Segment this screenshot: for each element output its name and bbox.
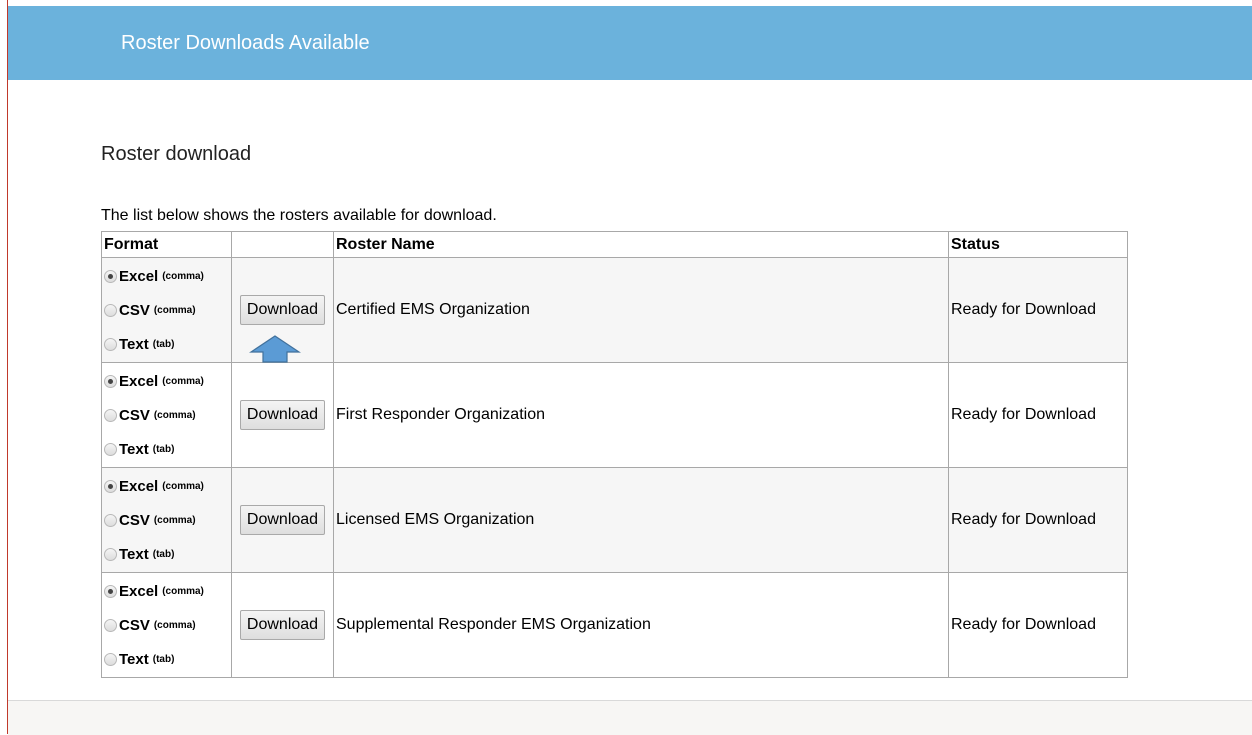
format-label: Excel (119, 372, 159, 390)
format-option-excel[interactable]: Excel (comma) (104, 574, 229, 608)
format-note: (comma) (162, 480, 204, 492)
download-button[interactable]: Download (239, 610, 326, 640)
format-option-excel[interactable]: Excel (comma) (104, 364, 229, 398)
roster-table: Format Roster Name Status Excel (comma) CS… (101, 231, 1128, 678)
format-radio-text[interactable] (104, 337, 117, 351)
format-label: Excel (119, 477, 159, 495)
action-cell: Download (231, 467, 334, 573)
table-row: Excel (comma) CSV (comma) Text (tab) Download L… (101, 467, 1128, 573)
format-label: Excel (119, 582, 159, 600)
format-label: Text (119, 335, 149, 353)
column-header-format: Format (101, 231, 232, 258)
format-cell: Excel (comma) CSV (comma) Text (tab) (101, 257, 232, 363)
column-header-action (231, 231, 334, 258)
action-cell: Download (231, 257, 334, 363)
download-button[interactable]: Download (239, 295, 326, 325)
format-note: (comma) (162, 270, 204, 282)
action-cell: Download (231, 572, 334, 678)
format-radio-excel[interactable] (104, 479, 117, 493)
header-bar: Roster Downloads Available (8, 6, 1252, 80)
format-option-csv[interactable]: CSV (comma) (104, 398, 229, 432)
footer-band (8, 700, 1252, 735)
format-label: CSV (119, 511, 150, 529)
format-note: (comma) (153, 619, 196, 631)
format-label: Text (119, 545, 149, 563)
format-radio-csv[interactable] (104, 303, 117, 317)
format-cell: Excel (comma) CSV (comma) Text (tab) (101, 467, 232, 573)
format-note: (comma) (153, 304, 196, 316)
format-note: (tab) (152, 338, 175, 350)
format-note: (comma) (153, 409, 196, 421)
format-note: (comma) (162, 585, 204, 597)
format-radio-text[interactable] (104, 652, 117, 666)
table-row: Excel (comma) CSV (comma) Text (tab) Download C… (101, 257, 1128, 363)
roster-name-cell: First Responder Organization (333, 362, 949, 468)
format-radio-excel[interactable] (104, 584, 117, 598)
format-radio-text[interactable] (104, 547, 117, 561)
column-header-roster-name: Roster Name (333, 231, 949, 258)
format-radio-csv[interactable] (104, 618, 117, 632)
roster-name-cell: Certified EMS Organization (333, 257, 949, 363)
format-option-excel[interactable]: Excel (comma) (104, 469, 229, 503)
format-option-text[interactable]: Text (tab) (104, 432, 229, 466)
format-cell: Excel (comma) CSV (comma) Text (tab) (101, 572, 232, 678)
status-cell: Ready for Download (948, 362, 1128, 468)
format-label: CSV (119, 406, 150, 424)
roster-name-cell: Licensed EMS Organization (333, 467, 949, 573)
format-radio-csv[interactable] (104, 513, 117, 527)
format-label: CSV (119, 301, 150, 319)
format-note: (tab) (152, 443, 175, 455)
table-row: Excel (comma) CSV (comma) Text (tab) Download S… (101, 572, 1128, 678)
table-row: Excel (comma) CSV (comma) Text (tab) Download F… (101, 362, 1128, 468)
format-option-csv[interactable]: CSV (comma) (104, 503, 229, 537)
format-label: Excel (119, 267, 159, 285)
status-cell: Ready for Download (948, 572, 1128, 678)
format-radio-excel[interactable] (104, 374, 117, 388)
format-radio-excel[interactable] (104, 269, 117, 283)
status-cell: Ready for Download (948, 467, 1128, 573)
format-option-csv[interactable]: CSV (comma) (104, 608, 229, 642)
format-option-text[interactable]: Text (tab) (104, 327, 229, 361)
format-label: Text (119, 650, 149, 668)
header-title: Roster Downloads Available (121, 32, 370, 54)
intro-text: The list below shows the rosters availab… (101, 207, 497, 224)
action-cell: Download (231, 362, 334, 468)
format-note: (comma) (153, 514, 196, 526)
format-option-text[interactable]: Text (tab) (104, 642, 229, 676)
format-option-csv[interactable]: CSV (comma) (104, 293, 229, 327)
format-radio-csv[interactable] (104, 408, 117, 422)
format-note: (tab) (152, 548, 175, 560)
download-button[interactable]: Download (239, 400, 326, 430)
column-header-status: Status (948, 231, 1128, 258)
up-arrow-icon (249, 335, 301, 363)
format-note: (tab) (152, 653, 175, 665)
format-label: CSV (119, 616, 150, 634)
format-option-text[interactable]: Text (tab) (104, 537, 229, 571)
format-radio-text[interactable] (104, 442, 117, 456)
status-cell: Ready for Download (948, 257, 1128, 363)
roster-name-cell: Supplemental Responder EMS Organization (333, 572, 949, 678)
page-title: Roster download (101, 143, 252, 165)
table-header-row: Format Roster Name Status (101, 231, 1128, 258)
format-note: (comma) (162, 375, 204, 387)
format-option-excel[interactable]: Excel (comma) (104, 259, 229, 293)
download-button[interactable]: Download (239, 505, 326, 535)
format-cell: Excel (comma) CSV (comma) Text (tab) (101, 362, 232, 468)
format-label: Text (119, 440, 149, 458)
left-border-line (7, 0, 8, 734)
